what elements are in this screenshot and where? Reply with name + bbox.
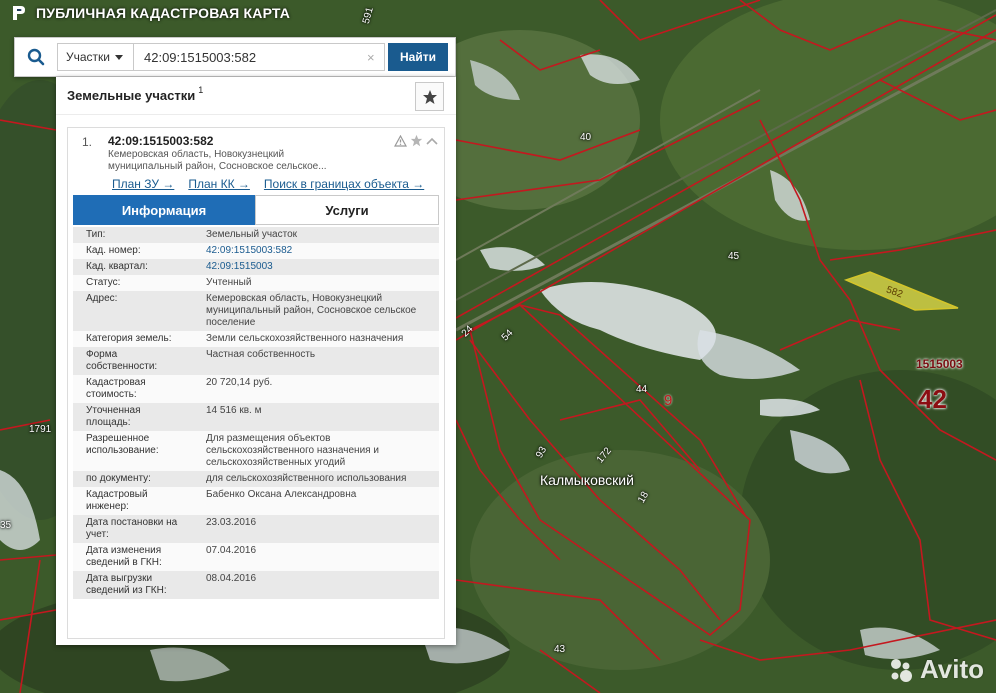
avito-text: Avito: [919, 654, 984, 684]
field-value: 08.04.2016: [206, 573, 257, 584]
map-parcel-label: 45: [728, 251, 740, 262]
field-value: 14 516 кв. м: [206, 405, 262, 416]
results-header: Земельные участки 1: [56, 77, 456, 115]
star-icon[interactable]: [410, 134, 423, 147]
tab-services[interactable]: Услуги: [255, 195, 439, 225]
field-label: Тип:: [86, 229, 106, 240]
table-row: Кадастровый инженер: Бабенко Оксана Алекс…: [73, 487, 439, 515]
table-row: Дата выгрузки сведений из ГКН: 08.04.2016: [73, 571, 439, 599]
field-label: Разрешенное использование:: [86, 433, 159, 456]
table-row: Уточненная площадь: 14 516 кв. м: [73, 403, 439, 431]
field-value: Бабенко Оксана Александровна: [206, 489, 357, 500]
table-row: Статус: Учтенный: [73, 275, 439, 291]
cadastral-number-link[interactable]: 42:09:1515003:582: [193, 243, 439, 259]
field-value: Земельный участок: [206, 229, 298, 240]
avito-logo-icon: [890, 658, 912, 682]
pkk-logo-icon[interactable]: [10, 4, 28, 22]
favorite-button[interactable]: [415, 82, 444, 111]
table-row: Кад. номер: 42:09:1515003:582: [73, 243, 439, 259]
field-label: Кадастровый инженер:: [86, 489, 148, 512]
plan-kk-link[interactable]: План КК →: [188, 177, 250, 191]
app-title: ПУБЛИЧНАЯ КАДАСТРОВАЯ КАРТА: [36, 5, 291, 21]
tab-information[interactable]: Информация: [73, 195, 255, 225]
result-tabs: Информация Услуги: [73, 195, 439, 225]
result-address-line: муниципальный район, Сосновское сельское…: [108, 161, 327, 172]
search-icon[interactable]: [15, 38, 57, 76]
field-value: 20 720,14 руб.: [206, 377, 273, 388]
field-label: Статус:: [86, 277, 121, 288]
close-icon[interactable]: ×: [367, 50, 375, 65]
map-district-label: 42: [918, 384, 947, 414]
table-row: Разрешенное использование: Для размещения…: [73, 431, 439, 471]
result-links: План ЗУ → План КК → Поиск в границах объ…: [112, 177, 424, 191]
field-label: Уточненная площадь:: [86, 405, 141, 428]
field-label: Кад. квартал:: [86, 261, 148, 272]
table-row: Кадастровая стоимость: 20 720,14 руб.: [73, 375, 439, 403]
plan-zu-link[interactable]: План ЗУ →: [112, 177, 174, 191]
table-row: Адрес: Кемеровская область, Новокузнецкий…: [73, 291, 439, 331]
chevron-down-icon: [115, 54, 123, 60]
field-label: Дата постановки на учет:: [86, 517, 178, 540]
warning-icon[interactable]: [394, 134, 407, 147]
table-row: Дата изменения сведений в ГКН: 07.04.2016: [73, 543, 439, 571]
result-actions: [394, 134, 438, 147]
field-label: Дата изменения сведений в ГКН:: [86, 545, 162, 568]
map-parcel-label: 9: [664, 392, 673, 409]
result-address: Кемеровская область, Новокузнецкий муниц…: [108, 149, 358, 173]
app-header: ПУБЛИЧНАЯ КАДАСТРОВАЯ КАРТА: [0, 0, 290, 26]
map-parcel-label: 44: [636, 384, 648, 395]
avito-watermark: Avito: [886, 654, 984, 685]
result-address-line: Кемеровская область, Новокузнецкий: [108, 149, 285, 160]
field-value: 23.03.2016: [206, 517, 257, 528]
results-panel: Земельные участки 1 1. 42:09:1515003:582…: [56, 77, 456, 645]
results-count: 1: [198, 84, 204, 95]
table-row: Категория земель: Земли сельскохозяйствен…: [73, 331, 439, 347]
result-cadastral-number[interactable]: 42:09:1515003:582: [108, 134, 213, 148]
table-row: Тип: Земельный участок: [73, 227, 439, 243]
map-parcel-label: 43: [554, 644, 566, 655]
search-in-bounds-link[interactable]: Поиск в границах объекта →: [264, 177, 424, 191]
map-parcel-label: 40: [580, 132, 592, 143]
map-place-label: Калмыковский: [540, 472, 634, 488]
search-button[interactable]: Найти: [388, 43, 448, 71]
field-label: Кадастровая стоимость:: [86, 377, 146, 400]
field-label: по документу:: [86, 473, 151, 484]
field-label: Дата выгрузки сведений из ГКН:: [86, 573, 167, 596]
chevron-up-icon[interactable]: [426, 136, 438, 146]
field-value: Кемеровская область, Новокузнецкий муниц…: [206, 293, 417, 328]
field-label: Адрес:: [86, 293, 118, 304]
info-table: Тип: Земельный участок Кад. номер: 42:09:1…: [73, 227, 439, 599]
table-row: по документу: для сельскохозяйственного и…: [73, 471, 439, 487]
field-value: для сельскохозяйственного использования: [206, 473, 407, 484]
map-parcel-label: 1791: [29, 424, 52, 435]
table-row: Дата постановки на учет: 23.03.2016: [73, 515, 439, 543]
field-label: Форма собственности:: [86, 349, 158, 372]
table-row: Форма собственности: Частная собственност…: [73, 347, 439, 375]
star-icon: [422, 89, 437, 104]
table-row: Кад. квартал: 42:09:1515003: [73, 259, 439, 275]
field-value: Земли сельскохозяйственного назначения: [206, 333, 404, 344]
results-title: Земельные участки: [67, 88, 196, 103]
search-type-dropdown[interactable]: Участки: [57, 43, 133, 71]
search-bar: Участки × Найти: [14, 37, 456, 77]
field-value: 07.04.2016: [206, 545, 257, 556]
result-index: 1.: [82, 135, 93, 149]
map-parcel-label: 35: [0, 520, 12, 531]
cadastral-block-link[interactable]: 42:09:1515003: [193, 259, 439, 275]
field-label: Кад. номер:: [86, 245, 141, 256]
search-type-label: Участки: [66, 50, 110, 64]
result-card: 1. 42:09:1515003:582 Кемеровская область…: [67, 127, 445, 639]
field-label: Категория земель:: [86, 333, 172, 344]
field-value: Частная собственность: [206, 349, 316, 360]
map-block-label: 1515003: [916, 357, 963, 371]
search-input[interactable]: [133, 43, 385, 71]
field-value: Учтенный: [206, 277, 252, 288]
field-value: Для размещения объектов сельскохозяйстве…: [206, 433, 379, 468]
